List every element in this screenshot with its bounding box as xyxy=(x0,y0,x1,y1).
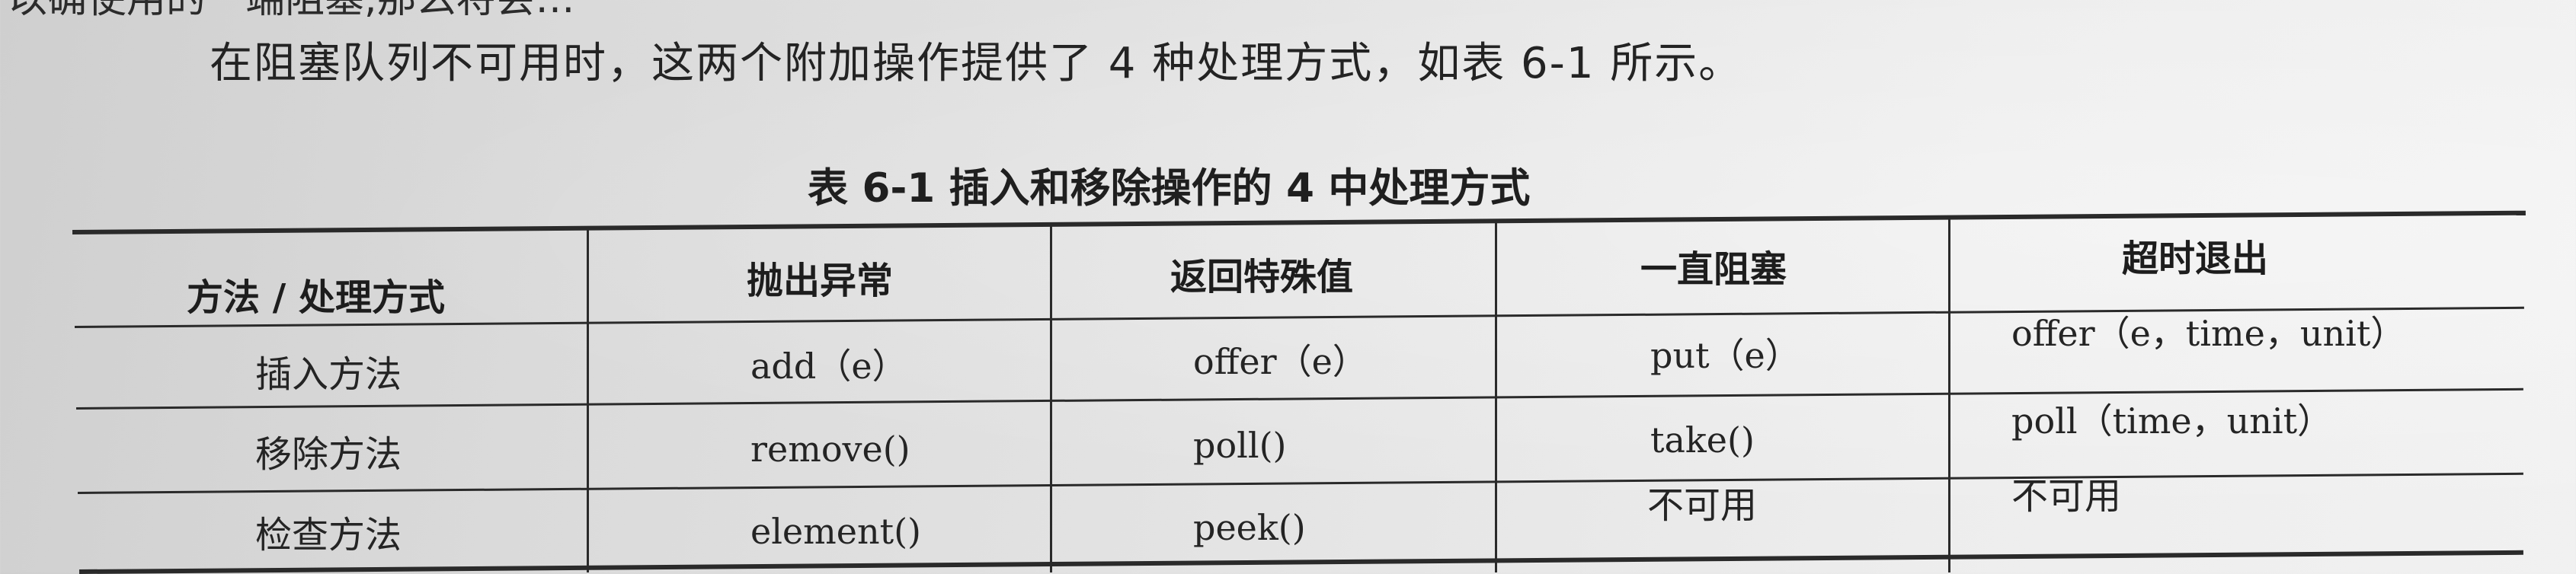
paragraph-text: 在阻塞队列不可用时，这两个附加操作提供了 4 种处理方式，如表 6-1 所示。 xyxy=(210,39,1743,88)
table-row-divider xyxy=(78,472,2523,494)
table-column-divider xyxy=(1495,222,1497,572)
table-cell: remove() xyxy=(750,429,910,470)
table-column-divider xyxy=(1050,225,1052,572)
table-top-rule xyxy=(72,210,2526,234)
table-column-divider xyxy=(587,228,589,572)
table-cell: add（e） xyxy=(750,346,907,387)
table-cell: 插入方法 xyxy=(255,353,402,396)
table-cell: offer（e，time，unit） xyxy=(2011,313,2406,354)
header-cell: 超时退出 xyxy=(2122,238,2269,280)
table-cell: element() xyxy=(750,511,922,552)
table-cell: put（e） xyxy=(1650,335,1800,376)
header-cell: 返回特殊值 xyxy=(1170,256,1354,298)
header-cell: 抛出异常 xyxy=(747,260,894,302)
table-cell: offer（e） xyxy=(1193,341,1368,382)
table-bottom-rule xyxy=(79,550,2523,574)
header-cell: 一直阻塞 xyxy=(1640,248,1787,291)
table-cell: 移除方法 xyxy=(255,433,402,476)
table-cell: 不可用 xyxy=(2011,475,2122,518)
table-cell: 不可用 xyxy=(1647,484,1758,527)
table-column-divider xyxy=(1948,219,1950,572)
header-cell: 方法 / 处理方式 xyxy=(187,276,445,319)
cut-off-text-line: 以确使用的一端阻塞,那么将会… xyxy=(8,0,575,24)
table-cell: poll（time，unit） xyxy=(2011,400,2333,442)
table-cell: 检查方法 xyxy=(255,514,402,556)
table-cell: peek() xyxy=(1193,507,1306,548)
table-caption: 表 6-1 插入和移除操作的 4 中处理方式 xyxy=(808,165,1531,212)
table-cell: take() xyxy=(1650,419,1755,461)
table-cell: poll() xyxy=(1193,425,1287,466)
